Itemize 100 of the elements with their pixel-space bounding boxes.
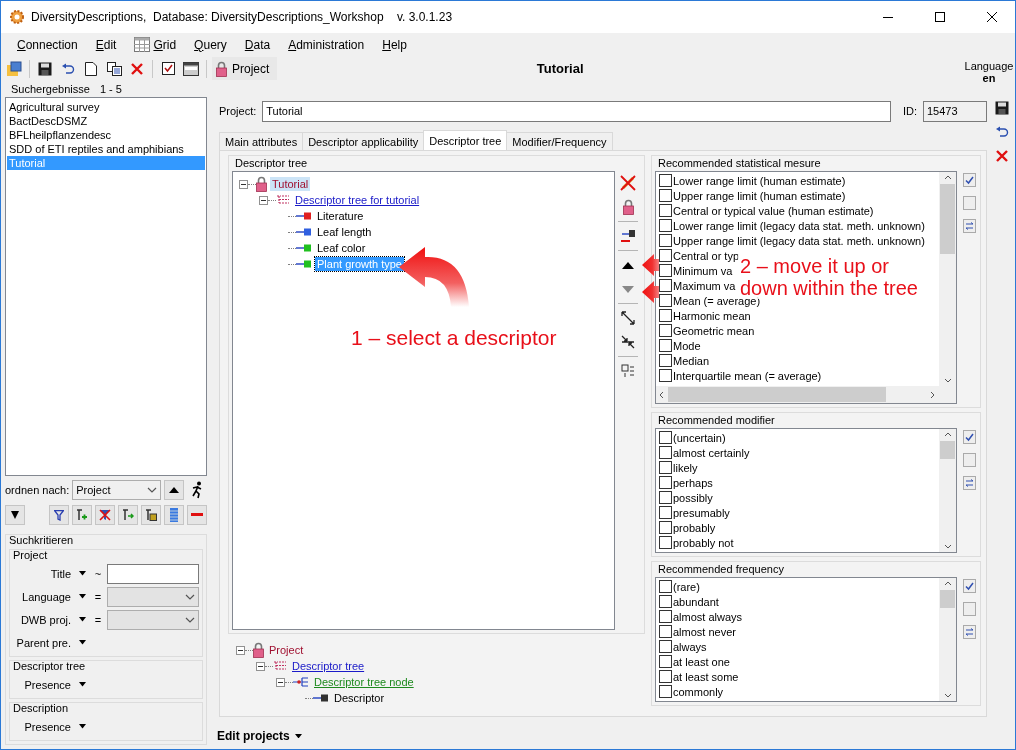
checkbox[interactable]: [659, 339, 672, 352]
collapse-icon[interactable]: [259, 195, 268, 205]
result-item[interactable]: BactDescDSMZ: [7, 114, 205, 128]
add-query-button[interactable]: [118, 505, 138, 525]
vertical-scrollbar[interactable]: [939, 172, 956, 386]
checkbox-label[interactable]: at least one: [673, 655, 730, 668]
checkbox[interactable]: [659, 506, 672, 519]
select-field[interactable]: [107, 586, 199, 607]
checkbox[interactable]: [659, 294, 672, 307]
checkbox-label[interactable]: probably not: [673, 536, 734, 549]
invert-selection-button[interactable]: [963, 219, 976, 233]
checkbox[interactable]: [659, 655, 672, 668]
scroll-down-icon[interactable]: [943, 378, 952, 383]
tree-node-label[interactable]: Descriptor tree node: [312, 675, 416, 689]
uncheck-all-button[interactable]: [963, 196, 976, 210]
uncheck-all-button[interactable]: [963, 602, 976, 616]
tree-node-label[interactable]: Descriptor tree for tutorial: [293, 193, 422, 207]
checkbox[interactable]: [659, 476, 672, 489]
remove-button[interactable]: [187, 505, 207, 525]
scroll-up-icon[interactable]: [943, 432, 952, 437]
expand-button[interactable]: [618, 308, 638, 328]
scroll-right-icon[interactable]: [930, 390, 935, 399]
collapse-icon[interactable]: [239, 179, 248, 189]
tree-node-label[interactable]: Descriptor tree: [290, 659, 367, 673]
sort-select[interactable]: Project: [72, 480, 161, 500]
tab[interactable]: Main attributes: [219, 132, 304, 150]
checkbox[interactable]: [659, 174, 672, 187]
checkbox-label[interactable]: likely: [673, 461, 698, 474]
checkbox[interactable]: [659, 461, 672, 474]
result-item[interactable]: BFLheilpflanzendesc: [7, 128, 205, 142]
checkbox[interactable]: [659, 491, 672, 504]
checkbox-label[interactable]: Interquartile mean (= average): [673, 369, 822, 382]
filter-button[interactable]: [49, 505, 69, 525]
check-all-button[interactable]: [963, 579, 976, 593]
tree-node-label[interactable]: Descriptor: [332, 691, 387, 705]
add-to-list-button[interactable]: [72, 505, 92, 525]
checkbox-label[interactable]: abundant: [673, 595, 719, 608]
checkbox-label[interactable]: possibly: [673, 491, 713, 504]
scroll-thumb[interactable]: [940, 184, 955, 254]
checkbox-label[interactable]: Central or typical value (human estimate): [673, 204, 874, 217]
vertical-scrollbar[interactable]: [939, 578, 956, 701]
menu-item[interactable]: Edit: [87, 35, 125, 54]
checkbox-label[interactable]: Harmonic mean: [673, 309, 751, 322]
menu-item[interactable]: Help: [374, 35, 415, 54]
checkbox-label[interactable]: Mode: [673, 339, 701, 352]
tree-node-label[interactable]: Literature: [315, 209, 366, 223]
checkbox[interactable]: [659, 219, 672, 232]
checkbox[interactable]: [659, 369, 672, 382]
menu-item[interactable]: Grid: [126, 35, 185, 54]
menu-item[interactable]: Connection: [9, 35, 86, 54]
tree-node-label[interactable]: Tutorial: [270, 177, 311, 191]
checkbox[interactable]: [659, 580, 672, 593]
checkbox-label[interactable]: Median: [673, 354, 710, 367]
checkbox-label[interactable]: commonly: [673, 685, 724, 698]
menu-item[interactable]: Query: [186, 35, 235, 54]
checkbox-label[interactable]: Upper range limit (human estimate): [673, 189, 846, 202]
menu-item[interactable]: Administration: [280, 35, 373, 54]
scroll-thumb[interactable]: [668, 387, 886, 402]
open-button[interactable]: [4, 58, 24, 79]
checkbox-label[interactable]: Minimum va: [673, 264, 733, 277]
checkbox-label[interactable]: Lower range limit (human estimate): [673, 174, 846, 187]
scroll-thumb[interactable]: [940, 590, 955, 608]
menu-item[interactable]: Data: [236, 35, 279, 54]
checkbox-label[interactable]: Geometric mean: [673, 324, 755, 337]
checkbox[interactable]: [659, 625, 672, 638]
checkbox[interactable]: [659, 670, 672, 683]
tree-node-label[interactable]: Project: [267, 643, 306, 657]
scroll-up-icon[interactable]: [943, 581, 952, 586]
checkbox[interactable]: [659, 279, 672, 292]
collapse-icon[interactable]: [276, 677, 285, 687]
scroll-thumb[interactable]: [940, 441, 955, 459]
checkbox[interactable]: [659, 595, 672, 608]
checkbox-label[interactable]: probably: [673, 521, 716, 534]
invert-selection-button[interactable]: [963, 476, 976, 490]
checkbox[interactable]: [659, 446, 672, 459]
status-menu-button[interactable]: Edit projects: [217, 729, 302, 743]
collapse-icon[interactable]: [256, 661, 265, 671]
check-all-button[interactable]: [963, 173, 976, 187]
checkbox-label[interactable]: Lower range limit (legacy data stat. meth. unknown): [673, 219, 925, 232]
project-field[interactable]: Tutorial: [262, 100, 891, 122]
checkbox-label[interactable]: at least some: [673, 670, 739, 683]
scroll-down-icon[interactable]: [943, 544, 952, 549]
tree-node-label[interactable]: Leaf length: [315, 225, 374, 239]
checkbox-label[interactable]: almost always: [673, 610, 743, 623]
select-field[interactable]: [107, 609, 199, 630]
horizontal-scrollbar[interactable]: [656, 386, 956, 403]
checkbox-label[interactable]: (uncertain): [673, 431, 726, 444]
uncheck-all-button[interactable]: [963, 453, 976, 467]
checkbox-label[interactable]: Maximum va: [673, 279, 736, 292]
checkbox[interactable]: [659, 610, 672, 623]
result-item[interactable]: Agricultural survey: [7, 100, 205, 114]
vertical-scrollbar[interactable]: [939, 429, 956, 552]
checkbox-label[interactable]: presumably: [673, 506, 730, 519]
query-table-button[interactable]: [141, 505, 161, 525]
checkbox-label[interactable]: perhaps: [673, 476, 713, 489]
checkbox-label[interactable]: Central or typ: [673, 249, 740, 262]
checkbox[interactable]: [659, 309, 672, 322]
remove-filter-button[interactable]: [95, 505, 115, 525]
tree-node-label[interactable]: Leaf color: [315, 241, 368, 255]
checkbox[interactable]: [659, 189, 672, 202]
